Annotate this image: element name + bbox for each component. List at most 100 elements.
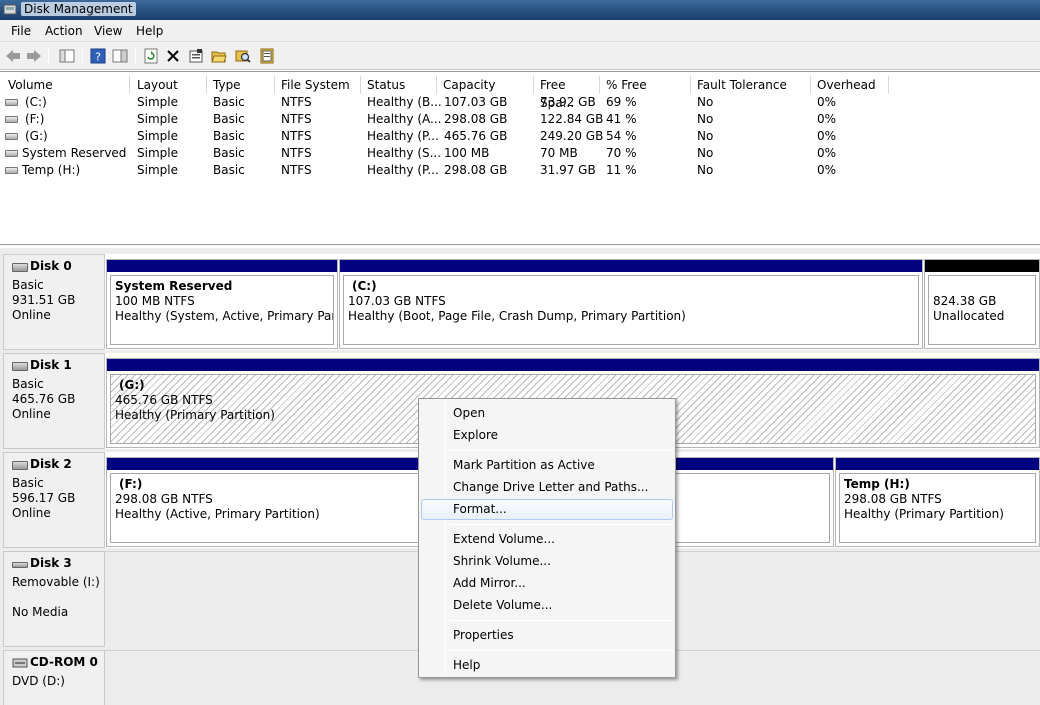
partition-system-reserved[interactable]: System Reserved 100 MB NTFS Healthy (Sys… [106,259,338,349]
volume-row[interactable]: Temp (H:) Simple Basic NTFS Healthy (P..… [0,162,1040,179]
partition-temp-h[interactable]: Temp (H:) 298.08 GB NTFS Healthy (Primar… [835,457,1040,547]
menu-bar: File Action View Help [0,20,1040,42]
column-header-type[interactable]: Type [207,76,275,94]
partition-title: (C:) [352,279,377,293]
hard-disk-icon [12,362,28,371]
volume-file-system: NTFS [281,163,312,177]
disk-management-icon [3,4,17,15]
partition-status: Healthy (Primary Partition) [844,507,1004,521]
volume-type: Basic [213,112,245,126]
volume-type: Basic [213,129,245,143]
column-header-overhead[interactable]: Overhead [811,76,889,94]
menu-item-shrink-volume[interactable]: Shrink Volume... [421,551,673,572]
volume-drive-icon [5,167,18,174]
rescan-icon[interactable] [258,47,276,65]
menu-item-open[interactable]: Open [421,403,673,424]
volume-fault-tolerance: No [697,112,714,126]
svg-text:?: ? [95,51,101,64]
volume-percent-free: 69 % [606,95,637,109]
partition-status: Healthy (Boot, Page File, Crash Dump, Pr… [348,309,686,323]
volume-capacity: 298.08 GB [444,112,508,126]
partition-unallocated[interactable]: 824.38 GB Unallocated [924,259,1040,349]
partition-bar [107,359,1039,371]
partition-size: 100 MB NTFS [115,294,195,308]
column-header-fault-tolerance[interactable]: Fault Tolerance [691,76,811,94]
volume-row[interactable]: (C:) Simple Basic NTFS Healthy (B... 107… [0,94,1040,111]
column-header-capacity[interactable]: Capacity [437,76,534,94]
volume-file-system: NTFS [281,146,312,160]
volume-row[interactable]: (G:) Simple Basic NTFS Healthy (P... 465… [0,128,1040,145]
disk-size: 596.17 GB [12,491,76,505]
menu-item-properties[interactable]: Properties [421,625,673,646]
column-header-volume[interactable]: Volume [2,76,130,94]
disk-type: Basic [12,278,44,292]
volume-overhead: 0% [817,146,837,160]
volume-fault-tolerance: No [697,129,714,143]
disk-name: Disk 3 [30,556,72,570]
show-hide-icon[interactable] [111,47,129,65]
volume-capacity: 298.08 GB [444,163,508,177]
volume-file-system: NTFS [281,129,312,143]
disk-0-label[interactable]: Disk 0 Basic 931.51 GB Online [3,254,105,350]
disk-type: Basic [12,476,44,490]
volume-row[interactable]: (F:) Simple Basic NTFS Healthy (A... 298… [0,111,1040,128]
volume-name: System Reserved [22,146,127,160]
volume-overhead: 0% [817,95,837,109]
volume-overhead: 0% [817,129,837,143]
help-icon[interactable]: ? [89,47,107,65]
forward-arrow-icon[interactable] [25,47,43,65]
menu-view[interactable]: View [91,23,125,39]
delete-icon[interactable] [164,47,182,65]
menu-action[interactable]: Action [42,23,86,39]
disk-2-label[interactable]: Disk 2 Basic 596.17 GB Online [3,452,105,548]
volume-overhead: 0% [817,112,837,126]
disk-type: Removable (I:) [12,575,100,589]
disk-0-partitions: System Reserved 100 MB NTFS Healthy (Sys… [105,254,1040,350]
menu-item-change-drive-letter[interactable]: Change Drive Letter and Paths... [421,477,673,498]
menu-item-format[interactable]: Format... [421,499,673,520]
partition-title: (G:) [119,378,145,392]
partition-status: Unallocated [933,309,1005,323]
column-header-layout[interactable]: Layout [131,76,207,94]
menu-item-explore[interactable]: Explore [421,425,673,446]
cd-drive-icon [12,658,28,668]
menu-item-mark-partition-active[interactable]: Mark Partition as Active [421,455,673,476]
properties-icon[interactable] [187,47,205,65]
partition-body: Temp (H:) 298.08 GB NTFS Healthy (Primar… [839,473,1036,543]
menu-item-delete-volume[interactable]: Delete Volume... [421,595,673,616]
open-icon[interactable] [210,47,228,65]
partition-title: Temp (H:) [844,477,910,491]
explore-icon[interactable] [234,47,252,65]
menu-file[interactable]: File [8,23,34,39]
column-header-status[interactable]: Status [361,76,437,94]
partition-c[interactable]: (C:) 107.03 GB NTFS Healthy (Boot, Page … [339,259,923,349]
menu-item-help[interactable]: Help [421,655,673,676]
menu-item-extend-volume[interactable]: Extend Volume... [421,529,673,550]
volume-fault-tolerance: No [697,163,714,177]
volume-row[interactable]: System Reserved Simple Basic NTFS Health… [0,145,1040,162]
disk-1-label[interactable]: Disk 1 Basic 465.76 GB Online [3,353,105,449]
disk-name: Disk 2 [30,457,72,471]
volume-layout: Simple [137,163,178,177]
volume-layout: Simple [137,146,178,160]
refresh-icon[interactable] [142,47,160,65]
disk-type: DVD (D:) [12,674,65,688]
cdrom-0-label[interactable]: CD-ROM 0 DVD (D:) [3,650,105,705]
volume-overhead: 0% [817,163,837,177]
disk-3-label[interactable]: Disk 3 Removable (I:) No Media [3,551,105,647]
partition-status: Healthy (Primary Partition) [115,408,275,422]
console-tree-icon[interactable] [58,47,76,65]
disk-state: No Media [12,605,69,619]
volume-file-system: NTFS [281,95,312,109]
column-header-file-system[interactable]: File System [275,76,361,94]
menu-help[interactable]: Help [133,23,166,39]
volume-free-space: 122.84 GB [540,112,604,126]
back-arrow-icon[interactable] [4,47,22,65]
column-header-free-space[interactable]: Free Spa... [534,76,600,110]
menu-item-add-mirror[interactable]: Add Mirror... [421,573,673,594]
volume-percent-free: 70 % [606,146,637,160]
volume-layout: Simple [137,95,178,109]
volume-drive-icon [5,150,18,157]
column-header-percent-free[interactable]: % Free [600,76,691,94]
disk-name: Disk 0 [30,259,72,273]
